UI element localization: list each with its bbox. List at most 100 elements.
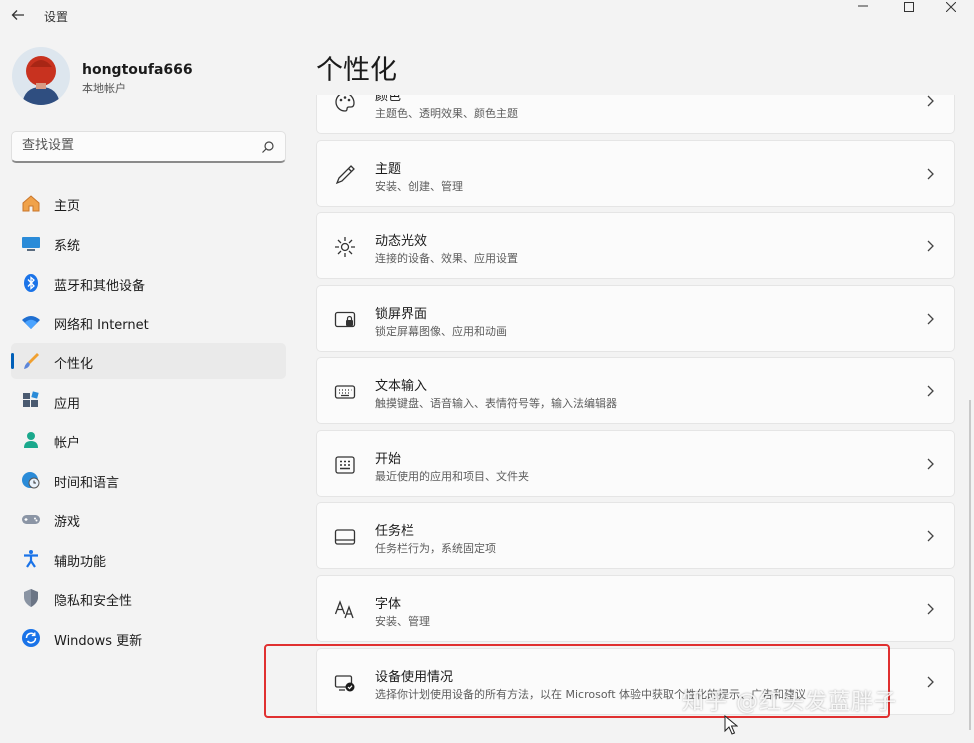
sidebar-item-accessibility[interactable]: 辅助功能 (11, 541, 286, 577)
card-description: 锁定屏幕图像、应用和动画 (375, 325, 507, 338)
globe-clock-icon (21, 470, 41, 490)
search-input[interactable] (22, 138, 252, 153)
apps-icon (21, 391, 41, 411)
setting-card-fonts[interactable]: 字体 安装、管理 (316, 575, 955, 642)
sidebar-item-bluetooth[interactable]: 蓝牙和其他设备 (11, 265, 286, 301)
user-name: hongtoufa666 (82, 62, 193, 78)
brush-icon (21, 351, 41, 371)
start-grid-icon (333, 453, 357, 477)
setting-card-taskbar[interactable]: 任务栏 任务栏行为，系统固定项 (316, 502, 955, 569)
sidebar-item-label: 帐户 (54, 436, 81, 451)
card-title: 设备使用情况 (375, 670, 454, 685)
card-description: 主题色、透明效果、颜色主题 (375, 107, 518, 120)
chevron-right-icon (927, 240, 934, 252)
card-title: 锁屏界面 (375, 307, 428, 322)
sidebar-item-label: 系统 (54, 239, 81, 254)
chevron-right-icon (927, 603, 934, 615)
minimize-icon (858, 5, 868, 7)
font-icon (333, 598, 357, 622)
sidebar-item-label: 辅助功能 (54, 555, 107, 570)
sidebar-item-apps[interactable]: 应用 (11, 383, 286, 419)
card-description: 连接的设备、效果、应用设置 (375, 252, 518, 265)
mouse-cursor-icon (724, 715, 738, 735)
card-description: 安装、创建、管理 (375, 180, 463, 193)
shield-icon (21, 588, 41, 608)
keyboard-icon (333, 380, 357, 404)
setting-card-start[interactable]: 开始 最近使用的应用和项目、文件夹 (316, 430, 955, 497)
setting-card-lock-screen[interactable]: 锁屏界面 锁定屏幕图像、应用和动画 (316, 285, 955, 352)
back-button[interactable] (6, 3, 30, 27)
maximize-icon (904, 2, 914, 12)
chevron-right-icon (927, 313, 934, 325)
accessibility-icon (21, 549, 41, 569)
sidebar-item-label: 个性化 (54, 357, 94, 372)
chevron-right-icon (927, 458, 934, 470)
light-burst-icon (333, 235, 357, 259)
sidebar-item-personalization[interactable]: 个性化 (11, 343, 286, 379)
sidebar-item-home[interactable]: 主页 (11, 185, 286, 221)
sidebar-item-label: 隐私和安全性 (54, 594, 133, 609)
home-icon (21, 193, 41, 213)
title-bar: 设置 (0, 0, 974, 30)
sidebar-item-system[interactable]: 系统 (11, 225, 286, 261)
card-title: 颜色 (375, 95, 402, 104)
sidebar-item-network[interactable]: 网络和 Internet (11, 304, 286, 340)
taskbar-icon (333, 525, 357, 549)
lock-screen-icon (333, 308, 357, 332)
search-icon[interactable] (261, 140, 275, 154)
chevron-right-icon (927, 168, 934, 180)
card-title: 文本输入 (375, 379, 428, 394)
sidebar-item-label: Windows 更新 (54, 634, 143, 649)
person-icon (21, 430, 41, 450)
card-title: 字体 (375, 597, 402, 612)
sidebar-item-windows-update[interactable]: Windows 更新 (11, 620, 286, 656)
sidebar-item-label: 网络和 Internet (54, 318, 149, 333)
chevron-right-icon (927, 385, 934, 397)
sidebar-item-privacy[interactable]: 隐私和安全性 (11, 580, 286, 616)
card-title: 开始 (375, 452, 402, 467)
card-title: 主题 (375, 162, 402, 177)
account-type: 本地帐户 (82, 82, 126, 95)
sidebar-item-label: 应用 (54, 397, 81, 412)
close-icon (946, 2, 956, 12)
setting-card-dynamic-lighting[interactable]: 动态光效 连接的设备、效果、应用设置 (316, 212, 955, 279)
settings-list: 颜色 主题色、透明效果、颜色主题 主题 安装、创建、管理 动态光效 连接的设备、… (316, 95, 956, 743)
setting-card-colors[interactable]: 颜色 主题色、透明效果、颜色主题 (316, 95, 955, 134)
close-button[interactable] (928, 0, 974, 14)
search-box[interactable] (11, 131, 286, 163)
sidebar-item-accounts[interactable]: 帐户 (11, 422, 286, 458)
sidebar-item-time-language[interactable]: 时间和语言 (11, 462, 286, 498)
chevron-right-icon (927, 95, 934, 107)
card-title: 任务栏 (375, 524, 415, 539)
maximize-button[interactable] (886, 0, 932, 14)
pen-icon (333, 163, 357, 187)
card-description: 安装、管理 (375, 615, 430, 628)
card-title: 动态光效 (375, 234, 428, 249)
watermark: 知乎 @红头发蓝胖子 (682, 690, 897, 715)
avatar[interactable] (12, 47, 70, 105)
minimize-button[interactable] (840, 0, 886, 14)
setting-card-text-input[interactable]: 文本输入 触摸键盘、语音输入、表情符号等，输入法编辑器 (316, 357, 955, 424)
setting-card-themes[interactable]: 主题 安装、创建、管理 (316, 140, 955, 207)
device-usage-icon (333, 671, 357, 695)
card-description: 任务栏行为，系统固定项 (375, 542, 496, 555)
window-title: 设置 (44, 10, 69, 24)
monitor-icon (21, 233, 41, 253)
gamepad-icon (21, 509, 41, 529)
sidebar-item-label: 蓝牙和其他设备 (54, 279, 146, 294)
sidebar-item-label: 游戏 (54, 515, 81, 530)
selection-indicator (11, 353, 14, 369)
back-arrow-icon (11, 10, 24, 20)
scrollbar[interactable] (969, 400, 971, 730)
bluetooth-icon (21, 273, 41, 293)
sidebar-item-label: 主页 (54, 199, 81, 214)
card-description: 触摸键盘、语音输入、表情符号等，输入法编辑器 (375, 397, 617, 410)
update-icon (21, 628, 41, 648)
page-title: 个性化 (316, 55, 397, 86)
wifi-icon (21, 312, 41, 332)
sidebar-item-label: 时间和语言 (54, 476, 120, 491)
card-description: 最近使用的应用和项目、文件夹 (375, 470, 529, 483)
palette-icon (333, 95, 357, 114)
chevron-right-icon (927, 676, 934, 688)
sidebar-item-gaming[interactable]: 游戏 (11, 501, 286, 537)
